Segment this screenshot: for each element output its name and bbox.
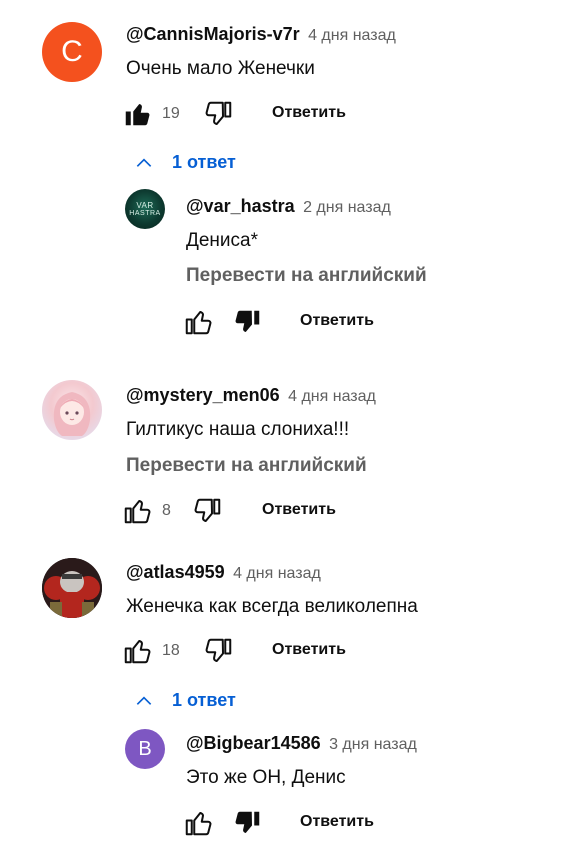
reply-author[interactable]: @var_hastra (186, 196, 295, 216)
comment-header: @mystery_men06 4 дня назад (126, 385, 376, 406)
like-icon[interactable] (122, 496, 152, 526)
group-photo-avatar-art (42, 558, 102, 618)
comment-author[interactable]: @CannisMajoris-v7r (126, 24, 300, 44)
reply-button[interactable]: Ответить (272, 104, 346, 122)
replies-toggle[interactable]: 1 ответ (134, 690, 236, 711)
reply-time[interactable]: 2 дня назад (303, 199, 391, 216)
like-count: 8 (162, 502, 171, 519)
like-count: 18 (162, 642, 180, 659)
dislike-icon[interactable] (193, 496, 223, 526)
comment-text: Очень мало Женечки (126, 58, 315, 79)
comment-time[interactable]: 4 дня назад (308, 27, 396, 44)
reply-button[interactable]: Ответить (300, 312, 374, 330)
replies-toggle[interactable]: 1 ответ (134, 152, 236, 173)
translate-link[interactable]: Перевести на английский (126, 455, 367, 477)
reply-author[interactable]: @Bigbear14586 (186, 733, 321, 753)
dislike-icon[interactable] (233, 808, 263, 838)
replies-count: 1 ответ (172, 152, 236, 172)
reply-button[interactable]: Ответить (272, 641, 346, 659)
dislike-icon[interactable] (233, 307, 263, 337)
avatar[interactable] (42, 558, 102, 618)
reply-time[interactable]: 3 дня назад (329, 736, 417, 753)
dislike-icon[interactable] (204, 636, 234, 666)
like-icon[interactable] (122, 636, 152, 666)
reply-button[interactable]: Ответить (262, 501, 336, 519)
chevron-up-icon (136, 157, 152, 167)
reply-text: Это же ОН, Денис (186, 767, 346, 788)
translate-link[interactable]: Перевести на английский (186, 265, 427, 287)
like-icon[interactable] (183, 307, 213, 337)
comment-actions: 8 (122, 496, 186, 526)
anime-girl-avatar-art (53, 392, 91, 436)
like-icon[interactable] (122, 99, 152, 129)
comment-author[interactable]: @atlas4959 (126, 562, 225, 582)
reply-header: @Bigbear14586 3 дня назад (186, 733, 417, 754)
comment-header: @atlas4959 4 дня назад (126, 562, 321, 583)
comment-text: Женечка как всегда великолепна (126, 596, 418, 617)
reply-text: Дениса* (186, 230, 259, 251)
like-count: 19 (162, 105, 180, 122)
avatar-text-top: VAR (136, 200, 154, 210)
like-icon[interactable] (183, 808, 213, 838)
comment-actions: 18 (122, 636, 186, 666)
avatar[interactable] (42, 380, 102, 440)
avatar-letter: C (61, 35, 83, 68)
comment-actions: 19 (122, 99, 186, 129)
comment-author[interactable]: @mystery_men06 (126, 385, 280, 405)
dislike-icon[interactable] (204, 99, 234, 129)
avatar[interactable]: C (42, 22, 102, 82)
avatar-letter: B (138, 737, 152, 760)
comment-time[interactable]: 4 дня назад (288, 388, 376, 405)
reply-avatar[interactable]: VAR HASTRA (125, 189, 165, 229)
reply-header: @var_hastra 2 дня назад (186, 196, 391, 217)
reply-avatar[interactable]: B (125, 729, 165, 769)
comment-text: Гилтикус наша слониха!!! (126, 419, 350, 440)
comment-header: @CannisMajoris-v7r 4 дня назад (126, 24, 396, 45)
comment-time[interactable]: 4 дня назад (233, 565, 321, 582)
chevron-up-icon (136, 695, 152, 705)
avatar-text-bottom: HASTRA (129, 209, 161, 217)
replies-count: 1 ответ (172, 690, 236, 710)
reply-button[interactable]: Ответить (300, 813, 374, 831)
